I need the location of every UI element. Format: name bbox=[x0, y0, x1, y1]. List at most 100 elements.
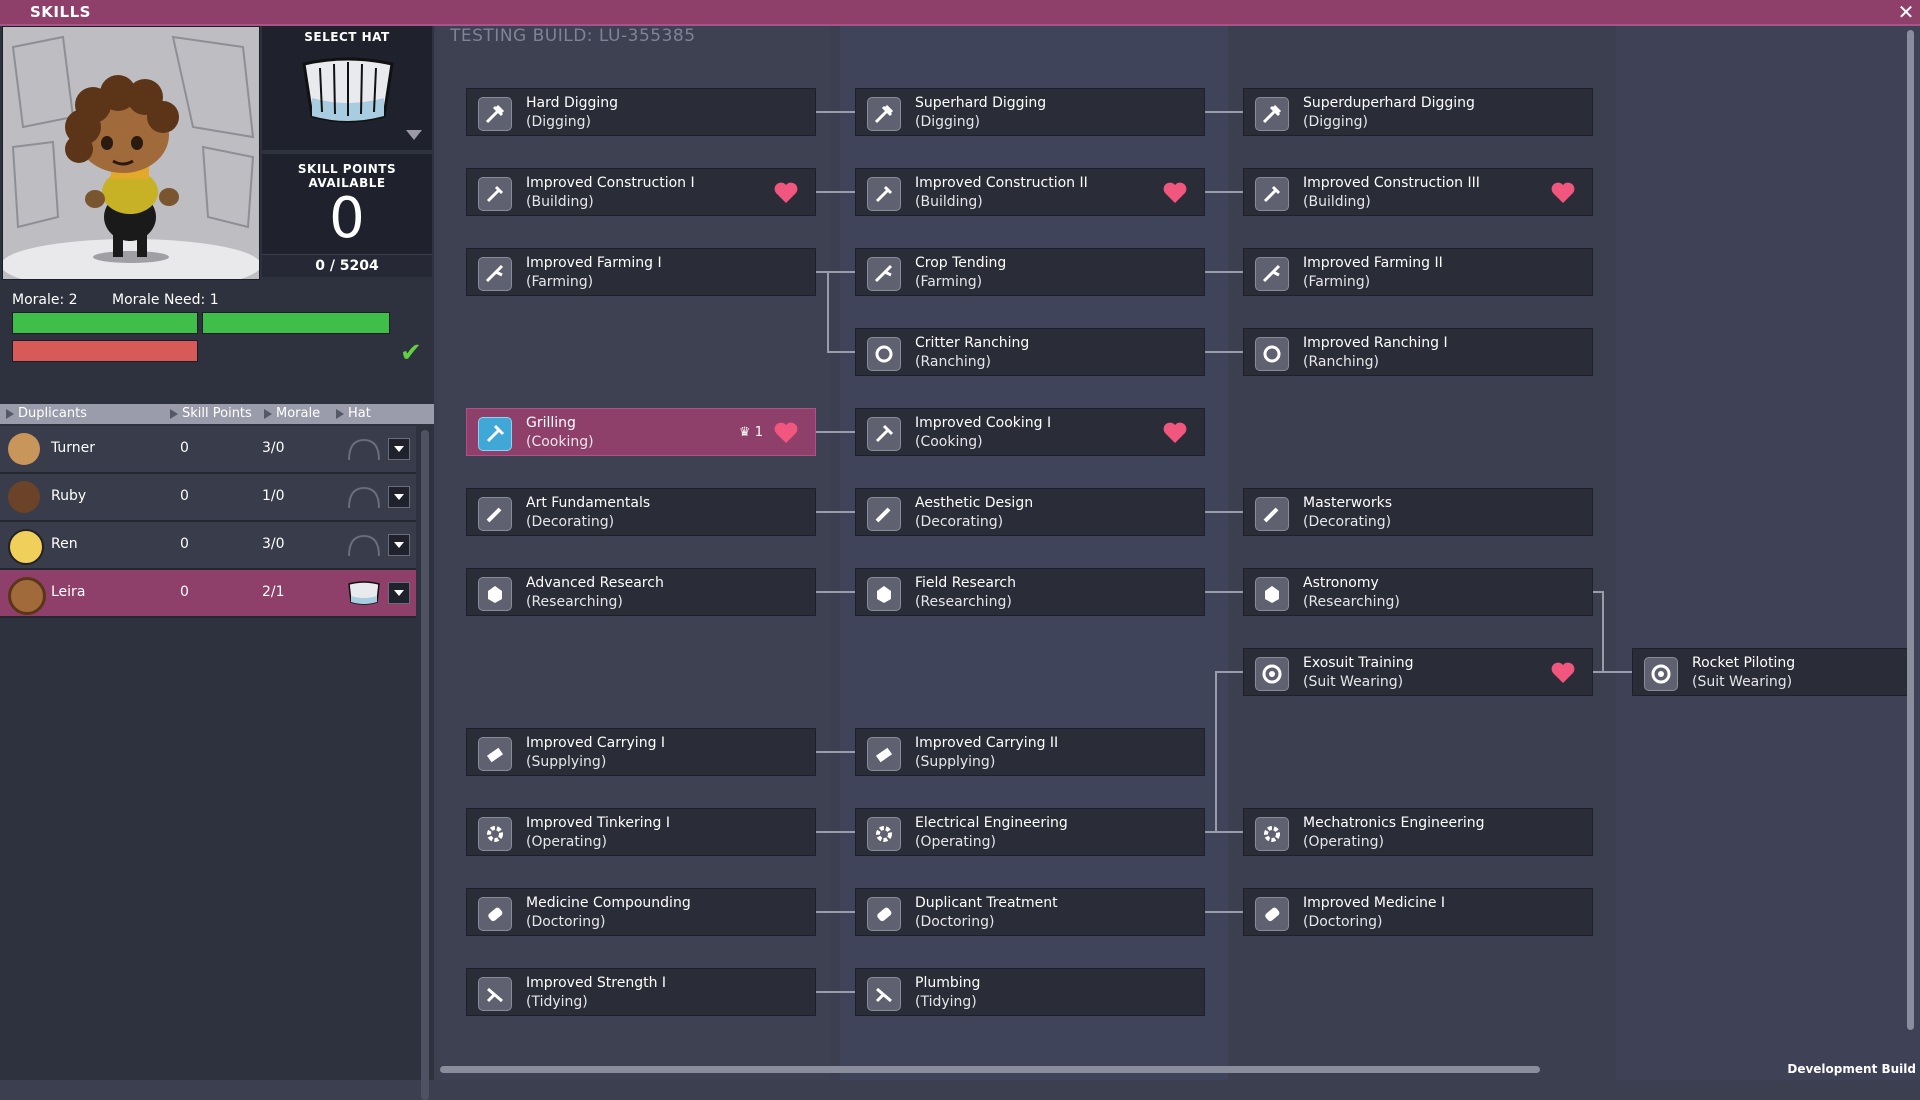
skill-group: (Decorating) bbox=[1303, 514, 1392, 530]
skill-node-mechatronics-engineering[interactable]: Mechatronics Engineering (Operating) bbox=[1243, 808, 1593, 856]
close-icon[interactable]: ✕ bbox=[1896, 2, 1916, 22]
skill-group: (Operating) bbox=[1303, 834, 1384, 850]
skill-node-improved-ranching-1[interactable]: Improved Ranching I (Ranching) bbox=[1243, 328, 1593, 376]
duplicant-row[interactable]: Leira 0 2/1 bbox=[0, 570, 416, 618]
select-hat-panel[interactable]: SELECT HAT bbox=[262, 26, 432, 150]
sort-arrow-icon bbox=[6, 408, 14, 419]
doctoring-skill-icon bbox=[867, 897, 901, 931]
duplicant-name: Turner bbox=[51, 440, 96, 456]
skill-node-improved-tinkering-1[interactable]: Improved Tinkering I (Operating) bbox=[466, 808, 816, 856]
tier-column bbox=[1616, 26, 1920, 1080]
doctoring-skill-icon bbox=[1255, 897, 1289, 931]
skill-node-astronomy[interactable]: Astronomy (Researching) bbox=[1243, 568, 1593, 616]
skill-node-crop-tending[interactable]: Crop Tending (Farming) bbox=[855, 248, 1205, 296]
skill-node-electrical-engineering[interactable]: Electrical Engineering (Operating) bbox=[855, 808, 1205, 856]
skill-node-superduperhard-digging[interactable]: Superduperhard Digging (Digging) bbox=[1243, 88, 1593, 136]
skill-node-critter-ranching[interactable]: Critter Ranching (Ranching) bbox=[855, 328, 1205, 376]
mastery-indicator: ♛ 1 bbox=[739, 425, 763, 440]
chevron-down-icon[interactable] bbox=[406, 130, 422, 140]
skill-node-advanced-research[interactable]: Advanced Research (Researching) bbox=[466, 568, 816, 616]
skill-name: Crop Tending bbox=[915, 255, 1007, 271]
skill-node-field-research[interactable]: Field Research (Researching) bbox=[855, 568, 1205, 616]
skill-node-improved-carrying-2[interactable]: Improved Carrying II (Supplying) bbox=[855, 728, 1205, 776]
heart-icon bbox=[774, 182, 798, 203]
empty-hat-icon bbox=[348, 534, 380, 557]
hat-dropdown[interactable] bbox=[388, 534, 410, 556]
skill-node-exosuit-training[interactable]: Exosuit Training (Suit Wearing) bbox=[1243, 648, 1593, 696]
skill-group: (Tidying) bbox=[526, 994, 588, 1010]
skill-name: Hard Digging bbox=[526, 95, 619, 111]
doctoring-skill-icon bbox=[478, 897, 512, 931]
research-skill-icon bbox=[867, 577, 901, 611]
hat-dropdown[interactable] bbox=[388, 582, 410, 604]
skill-name: Mechatronics Engineering bbox=[1303, 815, 1485, 831]
decorating-skill-icon bbox=[478, 497, 512, 531]
skill-node-improved-construction-1[interactable]: Improved Construction I (Building) bbox=[466, 168, 816, 216]
sort-morale[interactable]: Morale bbox=[264, 404, 320, 424]
morale-readout: Morale: 2 Morale Need: 1 bbox=[12, 292, 249, 308]
skill-node-rocket-piloting[interactable]: Rocket Piloting (Suit Wearing) bbox=[1632, 648, 1912, 696]
duplicant-list-scrollbar[interactable] bbox=[421, 430, 429, 1100]
skill-node-medicine-compounding[interactable]: Medicine Compounding (Doctoring) bbox=[466, 888, 816, 936]
empty-hat-icon bbox=[348, 486, 380, 509]
sort-skill-points[interactable]: Skill Points bbox=[170, 404, 252, 424]
skill-name: Improved Construction III bbox=[1303, 175, 1480, 191]
skill-node-aesthetic-design[interactable]: Aesthetic Design (Decorating) bbox=[855, 488, 1205, 536]
skill-group: (Tidying) bbox=[915, 994, 977, 1010]
skill-group: (Farming) bbox=[915, 274, 983, 290]
skill-name: Improved Strength I bbox=[526, 975, 667, 991]
skill-group: (Suit Wearing) bbox=[1692, 674, 1793, 690]
skill-node-duplicant-treatment[interactable]: Duplicant Treatment (Doctoring) bbox=[855, 888, 1205, 936]
skill-group: (Digging) bbox=[1303, 114, 1369, 130]
skill-node-hard-digging[interactable]: Hard Digging (Digging) bbox=[466, 88, 816, 136]
sort-hat[interactable]: Hat bbox=[336, 404, 371, 424]
tidying-skill-icon bbox=[867, 977, 901, 1011]
duplicant-row[interactable]: Turner 0 3/0 bbox=[0, 426, 416, 474]
duplicant-name: Ruby bbox=[51, 488, 87, 504]
skill-node-improved-strength-1[interactable]: Improved Strength I (Tidying) bbox=[466, 968, 816, 1016]
skill-name: Superduperhard Digging bbox=[1303, 95, 1475, 111]
farming-skill-icon bbox=[478, 257, 512, 291]
sort-arrow-icon bbox=[336, 408, 344, 419]
vertical-scrollbar[interactable] bbox=[1907, 30, 1914, 1030]
skill-name: Critter Ranching bbox=[915, 335, 1030, 351]
heart-icon bbox=[1551, 662, 1575, 683]
cooking-skill-icon bbox=[867, 417, 901, 451]
skill-name: Medicine Compounding bbox=[526, 895, 691, 911]
skill-group: (Researching) bbox=[915, 594, 1012, 610]
duplicant-morale: 1/0 bbox=[262, 488, 285, 504]
skill-name: Grilling bbox=[526, 415, 576, 431]
skill-group: (Researching) bbox=[526, 594, 623, 610]
header-duplicants: Duplicants bbox=[18, 406, 87, 421]
mastery-count: 1 bbox=[754, 425, 763, 440]
skill-node-improved-construction-3[interactable]: Improved Construction III (Building) bbox=[1243, 168, 1593, 216]
skill-node-improved-cooking-1[interactable]: Improved Cooking I (Cooking) bbox=[855, 408, 1205, 456]
skill-name: Duplicant Treatment bbox=[915, 895, 1058, 911]
skill-node-plumbing[interactable]: Plumbing (Tidying) bbox=[855, 968, 1205, 1016]
skill-points-panel: SKILL POINTS AVAILABLE 0 0 / 5204 bbox=[262, 154, 432, 277]
skill-node-improved-medicine-1[interactable]: Improved Medicine I (Doctoring) bbox=[1243, 888, 1593, 936]
skill-node-improved-farming-1[interactable]: Improved Farming I (Farming) bbox=[466, 248, 816, 296]
skill-group: (Digging) bbox=[526, 114, 592, 130]
duplicant-portrait bbox=[2, 26, 260, 280]
skill-name: Advanced Research bbox=[526, 575, 664, 591]
ranching-skill-icon bbox=[867, 337, 901, 371]
skill-name: Electrical Engineering bbox=[915, 815, 1068, 831]
sort-duplicants[interactable]: Duplicants bbox=[6, 404, 87, 424]
skill-node-art-fundamentals[interactable]: Art Fundamentals (Decorating) bbox=[466, 488, 816, 536]
skill-node-improved-carrying-1[interactable]: Improved Carrying I (Supplying) bbox=[466, 728, 816, 776]
skill-node-superhard-digging[interactable]: Superhard Digging (Digging) bbox=[855, 88, 1205, 136]
skill-name: Aesthetic Design bbox=[915, 495, 1034, 511]
skill-node-improved-farming-2[interactable]: Improved Farming II (Farming) bbox=[1243, 248, 1593, 296]
hat-dropdown[interactable] bbox=[388, 438, 410, 460]
duplicant-row[interactable]: Ren 0 3/0 bbox=[0, 522, 416, 570]
skill-name: Exosuit Training bbox=[1303, 655, 1414, 671]
skill-node-grilling[interactable]: Grilling (Cooking) ♛ 1 bbox=[466, 408, 816, 456]
duplicant-list-header: Duplicants Skill Points Morale Hat bbox=[0, 404, 434, 424]
skill-node-masterworks[interactable]: Masterworks (Decorating) bbox=[1243, 488, 1593, 536]
hat-dropdown[interactable] bbox=[388, 486, 410, 508]
skill-points-value: 0 bbox=[329, 186, 365, 251]
horizontal-scrollbar[interactable] bbox=[440, 1066, 1540, 1073]
skill-node-improved-construction-2[interactable]: Improved Construction II (Building) bbox=[855, 168, 1205, 216]
duplicant-row[interactable]: Ruby 0 1/0 bbox=[0, 474, 416, 522]
